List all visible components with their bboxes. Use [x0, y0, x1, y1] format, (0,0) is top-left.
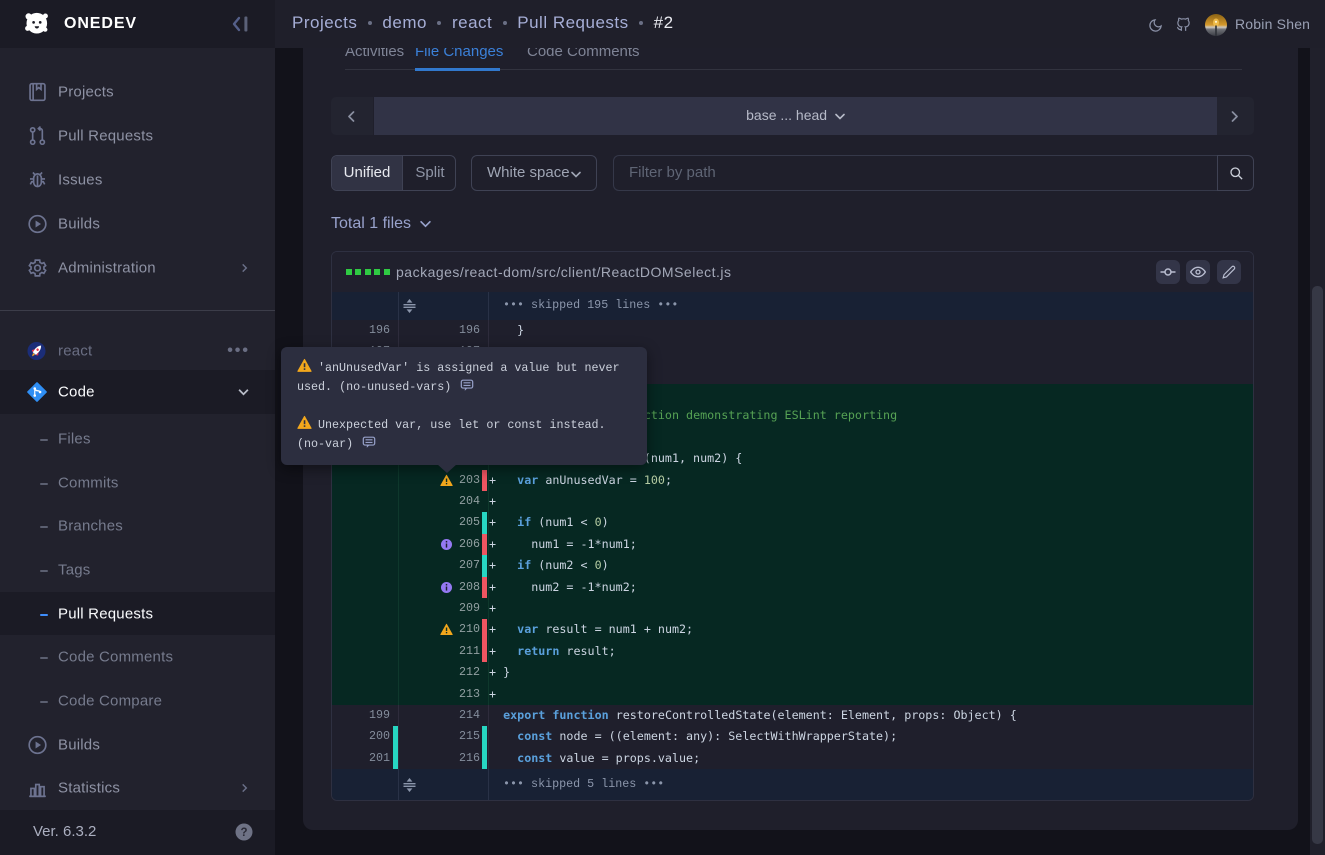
svg-text:?: ? — [240, 827, 247, 839]
